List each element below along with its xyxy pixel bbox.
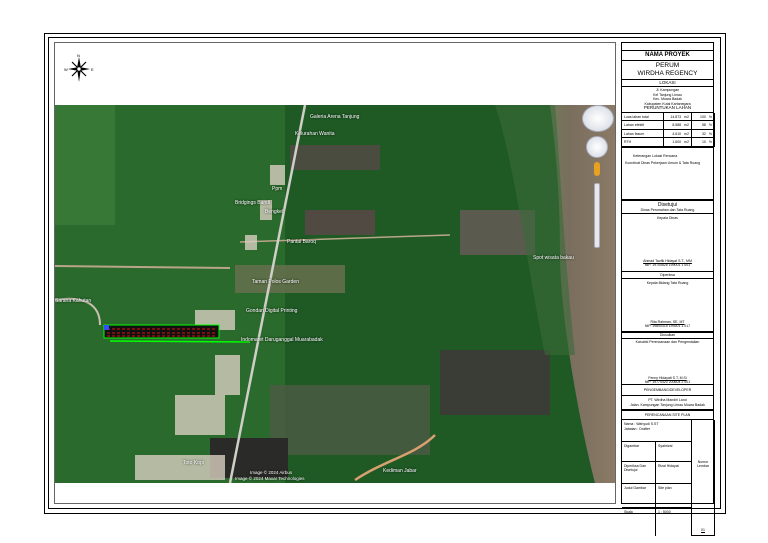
- land-use-label: Luas lahan total: [622, 112, 664, 121]
- project-name: WIRDHA REGENCY: [637, 70, 698, 77]
- map-label: Ppm: [272, 186, 283, 192]
- checked-header: Diperiksa: [622, 272, 713, 279]
- map-label: Kelurahan Wanita: [295, 131, 335, 137]
- map-label: Pantai Baroq: [287, 239, 316, 245]
- map-label: Indomaret Daruganggal Muarabadak: [241, 337, 323, 343]
- project-name: PERUM: [655, 62, 680, 69]
- cell-label: Digambar: [622, 442, 656, 462]
- signatory-nip: NIP. 19700825 199001 1 001: [644, 263, 691, 267]
- sheet-value: 01: [701, 528, 705, 532]
- map-label: Bengkel: [265, 209, 284, 215]
- map-label: Sarana Kahutan: [55, 298, 92, 304]
- compass-west-label: W: [64, 67, 68, 72]
- developer-header: PENGEMBANG/DEVELOPER: [622, 385, 713, 396]
- look-control[interactable]: [582, 105, 614, 132]
- land-use-label: RTH: [622, 138, 664, 147]
- checker-role: Kepala Bidang Tata Ruang: [646, 281, 689, 285]
- land-use-pct: 10%: [692, 138, 715, 147]
- compass-east-label: E: [91, 67, 94, 72]
- land-use-header: PERUNTUKAN LAHAN: [643, 105, 692, 110]
- signatory-nip: NIP. 19800315 199301 1 017: [644, 324, 691, 328]
- note: Koordinat Dinas Pekerjaan Umum & Tata Ru…: [625, 161, 701, 165]
- drafter-role: Jabatan : Drafter: [624, 426, 651, 431]
- cell-value: Syahrizal: [656, 442, 692, 462]
- drawing-header: PERENCANAAN SITE PLAN: [622, 410, 713, 420]
- map-attribution: Image © 2024 Airbus: [250, 470, 293, 475]
- cell-label: Diperiksa Dan Disetujui: [622, 462, 656, 484]
- map-label: Gondan Digital Printing: [246, 308, 298, 314]
- cell-label: Judul Gambar: [622, 484, 656, 508]
- land-use-area: 1.600 m2: [664, 138, 692, 147]
- pan-control[interactable]: [586, 136, 608, 158]
- developer-address: Jalan. Kampungan Tanjung Limau Muara Bad…: [630, 402, 705, 407]
- map-label: Kediman Jabar: [383, 468, 417, 474]
- satellite-map[interactable]: Galeria Arena Tanjung Kelurahan Wanita B…: [55, 105, 615, 483]
- land-use-pct: 100%: [692, 112, 715, 121]
- map-label: Spot wisata bakau: [533, 255, 574, 261]
- cell-value: Rizal Hidayat: [656, 462, 692, 484]
- cell-value: Site plan: [656, 484, 692, 508]
- compass-north-label: N: [77, 53, 80, 58]
- approver-role: Kepala Dinas: [657, 216, 678, 220]
- sheet-label: Nomor Lembar: [697, 460, 709, 468]
- land-use-area: 14.873 m2: [664, 112, 692, 121]
- signatory-nip: NIP. 19770420 200604 2 001: [644, 380, 691, 384]
- note: Keterangan Lokasi Rencana: [633, 153, 678, 158]
- zoom-slider[interactable]: [594, 183, 600, 248]
- location-header: LOKASI: [622, 80, 713, 87]
- land-use-area: 4.610 m2: [664, 129, 692, 138]
- map-label: Taman Polos Garden: [252, 279, 299, 285]
- pegman-icon[interactable]: [594, 162, 600, 176]
- north-arrow-icon: N W E: [64, 52, 94, 86]
- land-use-pct: 58%: [692, 121, 715, 130]
- proposed-header: Diusulkan: [622, 332, 713, 339]
- land-use-label: Lahan efektif: [622, 121, 664, 130]
- approved-by: Dinas Perumahan dan Tata Ruang: [640, 207, 695, 212]
- land-use-area: 8.588 m2: [664, 121, 692, 130]
- land-use-label: Lahan fasum: [622, 129, 664, 138]
- project-header: NAMA PROYEK: [622, 51, 713, 61]
- map-label: Galeria Arena Tanjung: [310, 114, 360, 120]
- proposer-role: Kasubid Perencanaan dan Pengendalian: [635, 340, 700, 344]
- map-attribution: Image © 2024 Maxar Technologies: [235, 476, 305, 481]
- map-label: Bridgings Bandi: [235, 200, 271, 206]
- land-use-pct: 32%: [692, 129, 715, 138]
- title-block: NAMA PROYEK PERUM WIRDHA REGENCY LOKASI …: [621, 42, 715, 536]
- map-label: Toto Kopi: [183, 460, 204, 466]
- land-use-table: Luas lahan total 14.873 m2 100% Lahan efekti…: [622, 112, 715, 148]
- cell-value: 1 : 5000: [656, 508, 692, 536]
- cell-label: Skala: [622, 508, 656, 536]
